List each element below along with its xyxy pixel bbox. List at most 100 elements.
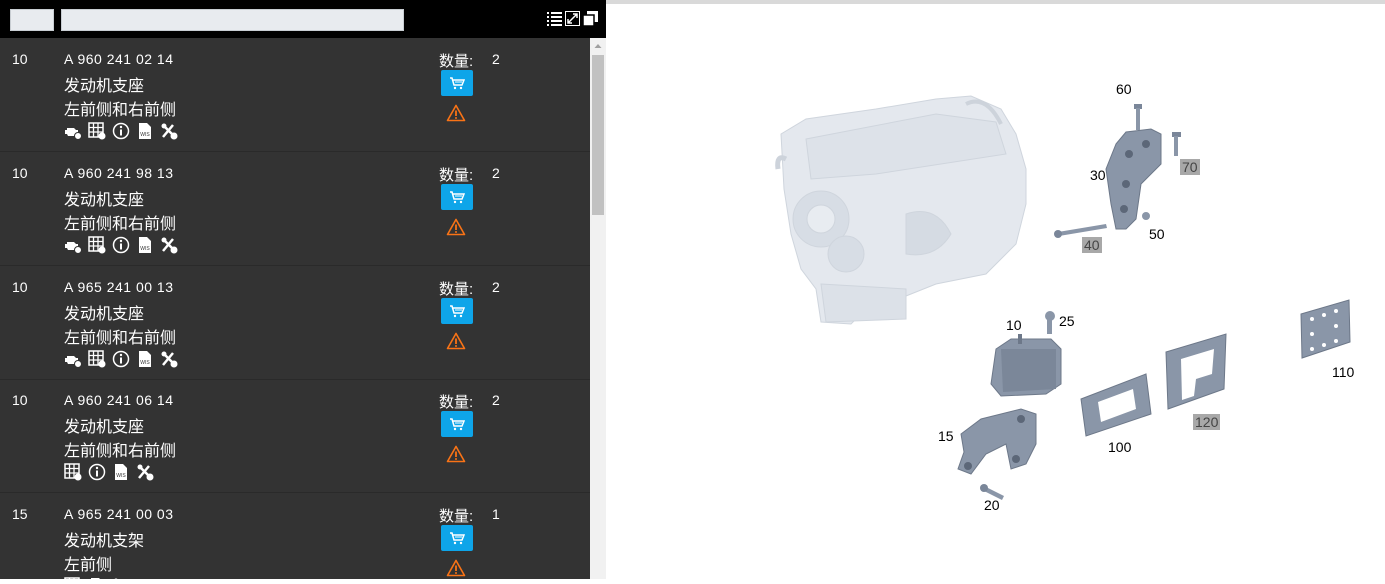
table-icon[interactable]	[88, 236, 106, 254]
part-location: 左前侧和右前侧	[64, 443, 177, 460]
part-row[interactable]: 10 A 960 241 06 14 发动机支座 左前侧和右前侧 WIS 数量:…	[0, 379, 590, 493]
plate-100	[1080, 373, 1152, 437]
warning-icon[interactable]	[446, 332, 466, 350]
info-icon[interactable]	[112, 236, 130, 254]
part-row[interactable]: 15 A 965 241 00 03 发动机支架 左前侧 WIS 数量: 1	[0, 493, 590, 579]
window-icon[interactable]	[582, 11, 598, 27]
svg-text:WIS: WIS	[140, 246, 150, 252]
engine-icon[interactable]	[64, 350, 82, 368]
add-to-cart-button[interactable]	[441, 411, 473, 437]
tools-icon[interactable]	[160, 350, 178, 368]
bolt-25	[1045, 311, 1055, 334]
engine-mount-10	[990, 334, 1062, 397]
part-row[interactable]: 10 A 960 241 02 14 发动机支座 左前侧和右前侧 WIS 数量:…	[0, 38, 590, 152]
diagram-canvas	[775, 95, 1351, 500]
diagram-callout-30[interactable]: 30	[1090, 167, 1106, 183]
quantity-value: 2	[492, 51, 500, 67]
quantity-value: 2	[492, 279, 500, 295]
part-name: 发动机支座	[64, 78, 145, 95]
part-location: 左前侧和右前侧	[64, 216, 177, 233]
diagram-callout-25[interactable]: 25	[1059, 313, 1075, 329]
quantity-label: 数量:	[439, 281, 474, 298]
quantity-label: 数量:	[439, 394, 474, 411]
add-to-cart-button[interactable]	[441, 70, 473, 96]
part-location: 左前侧和右前侧	[64, 330, 177, 347]
part-name: 发动机支座	[64, 419, 145, 436]
info-icon[interactable]	[88, 463, 106, 481]
tools-icon[interactable]	[160, 122, 178, 140]
diagram-callout-120[interactable]: 120	[1193, 414, 1221, 430]
warning-icon[interactable]	[446, 218, 466, 236]
parts-panel: 10 A 960 241 02 14 发动机支座 左前侧和右前侧 WIS 数量:…	[0, 0, 606, 579]
wis-doc-icon[interactable]: WIS	[112, 463, 130, 481]
add-to-cart-button[interactable]	[441, 184, 473, 210]
cart-icon	[449, 190, 465, 204]
diagram-callout-100[interactable]: 100	[1108, 439, 1131, 455]
table-icon[interactable]	[64, 463, 82, 481]
quantity-label: 数量:	[439, 508, 474, 525]
bracket-15	[957, 408, 1037, 475]
part-row[interactable]: 10 A 965 241 00 13 发动机支座 左前侧和右前侧 WIS 数量:…	[0, 266, 590, 380]
washer-50	[1142, 212, 1150, 220]
diagram-callout-60[interactable]: 60	[1116, 81, 1132, 97]
plate-110	[1300, 299, 1351, 359]
cart-icon	[449, 417, 465, 431]
svg-text:WIS: WIS	[140, 360, 150, 366]
add-to-cart-button[interactable]	[441, 525, 473, 551]
position-number: 10	[12, 165, 28, 181]
scroll-thumb[interactable]	[592, 55, 604, 215]
bracket-30	[1105, 128, 1162, 230]
part-name: 发动机支座	[64, 306, 145, 323]
part-row[interactable]: 10 A 960 241 98 13 发动机支座 左前侧和右前侧 WIS 数量:…	[0, 152, 590, 266]
part-number: A 965 241 00 03	[64, 506, 174, 522]
diagram-callout-70[interactable]: 70	[1180, 159, 1200, 175]
warning-icon[interactable]	[446, 104, 466, 122]
plate-120	[1165, 333, 1227, 410]
diagram-callout-20[interactable]: 20	[984, 497, 1000, 513]
scrollbar[interactable]	[590, 38, 606, 579]
wis-doc-icon[interactable]: WIS	[136, 122, 154, 140]
engine-icon[interactable]	[64, 122, 82, 140]
part-action-icons: WIS	[64, 122, 178, 140]
cart-icon	[449, 76, 465, 90]
tools-icon[interactable]	[136, 463, 154, 481]
search-input[interactable]	[61, 9, 404, 31]
wis-doc-icon[interactable]: WIS	[136, 350, 154, 368]
part-location: 左前侧	[64, 557, 113, 574]
part-action-icons: WIS	[64, 350, 178, 368]
scroll-up-arrow-icon[interactable]	[590, 38, 606, 54]
part-number: A 960 241 06 14	[64, 392, 174, 408]
warning-icon[interactable]	[446, 559, 466, 577]
filter-input[interactable]	[10, 9, 54, 31]
diagram-callout-110[interactable]: 110	[1332, 364, 1354, 380]
list-icon[interactable]	[547, 11, 562, 26]
bolt-70	[1172, 132, 1181, 156]
tools-icon[interactable]	[160, 236, 178, 254]
quantity-label: 数量:	[439, 53, 474, 70]
diagram-callout-15[interactable]: 15	[938, 428, 954, 444]
exploded-parts-diagram: 60 70 30 40 50 10 25 110 120 100 15 20	[606, 4, 1385, 579]
wis-doc-icon[interactable]: WIS	[136, 236, 154, 254]
part-name: 发动机支座	[64, 192, 145, 209]
bolt-60	[1134, 104, 1142, 130]
warning-icon[interactable]	[446, 445, 466, 463]
cart-icon	[449, 531, 465, 545]
engine-illustration	[775, 95, 1027, 325]
part-number: A 960 241 98 13	[64, 165, 174, 181]
diagram-callout-40[interactable]: 40	[1082, 237, 1102, 253]
engine-icon[interactable]	[64, 236, 82, 254]
info-icon[interactable]	[112, 122, 130, 140]
diagram-callout-10[interactable]: 10	[1006, 317, 1022, 333]
part-number: A 965 241 00 13	[64, 279, 174, 295]
diagram-callout-50[interactable]: 50	[1149, 226, 1165, 242]
info-icon[interactable]	[112, 350, 130, 368]
part-number: A 960 241 02 14	[64, 51, 174, 67]
quantity-value: 2	[492, 165, 500, 181]
table-icon[interactable]	[88, 350, 106, 368]
table-icon[interactable]	[88, 122, 106, 140]
add-to-cart-button[interactable]	[441, 298, 473, 324]
position-number: 10	[12, 51, 28, 67]
expand-icon[interactable]	[565, 11, 580, 26]
position-number: 10	[12, 279, 28, 295]
svg-text:WIS: WIS	[140, 132, 150, 138]
